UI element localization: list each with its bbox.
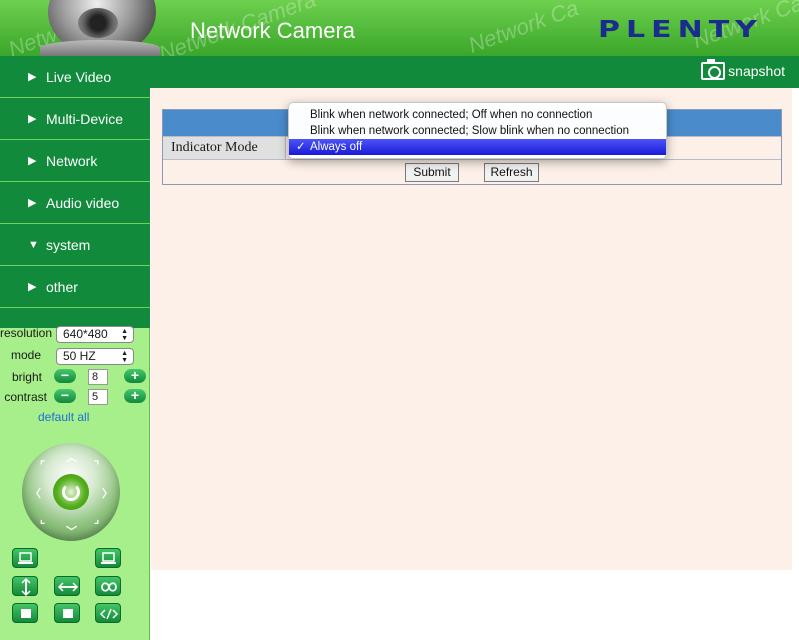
resolution-value: 640*480	[63, 327, 108, 341]
indicator-mode-dropdown: Blink when network connected; Off when n…	[288, 102, 667, 159]
main-content: Indicator Mode Submit Refresh	[151, 88, 792, 570]
stop-square-icon	[63, 609, 73, 618]
screen-icon	[101, 552, 116, 564]
bright-decrease-button[interactable]: −	[54, 368, 76, 383]
right-margin	[792, 88, 799, 640]
sidebar-item-live-video[interactable]: ▶ Live Video	[0, 56, 150, 98]
triangle-down-icon: ▼	[28, 238, 39, 251]
vertical-arrows-icon	[21, 577, 31, 597]
sidebar-menu: ▶ Live Video ▶ Multi-Device ▶ Network ▶ …	[0, 56, 150, 328]
option-label: Blink when network connected; Slow blink…	[310, 125, 629, 137]
watermark-text: Network Ca	[465, 0, 582, 56]
camera-base-icon	[40, 40, 160, 56]
dropdown-option[interactable]: Blink when network connected; Slow blink…	[289, 123, 666, 139]
triangle-right-icon: ▶	[28, 155, 37, 167]
ptz-right-icon[interactable]: 〉	[102, 485, 113, 501]
loop-cruise-button[interactable]	[95, 576, 121, 596]
default-all-link[interactable]: default all	[38, 410, 89, 424]
infinity-icon	[101, 582, 117, 592]
menu-footer	[0, 308, 150, 328]
ptz-control-pad: ︿ ﹀ 〈 〉 ⌜ ⌝ ⌞ ⌟	[22, 443, 120, 541]
horizontal-arrows-icon	[57, 582, 79, 592]
mode-label: mode	[10, 348, 41, 362]
ptz-up-left-icon[interactable]: ⌜	[40, 459, 45, 472]
sidebar-item-label: Audio video	[46, 194, 120, 211]
brand-logo: PLENTY	[598, 16, 763, 44]
ptz-center-button[interactable]	[53, 474, 89, 510]
resolution-select[interactable]: 640*480 ▲ ▼	[56, 326, 134, 343]
sidebar-item-system[interactable]: ▼ system	[0, 224, 150, 266]
sidebar-item-label: system	[46, 236, 91, 253]
ptz-down-left-icon[interactable]: ⌞	[40, 513, 45, 526]
option-label: Blink when network connected; Off when n…	[310, 109, 593, 121]
ptz-left-icon[interactable]: 〈	[30, 485, 41, 501]
option-label: Always off	[310, 141, 363, 153]
button-row: Submit Refresh	[163, 159, 781, 184]
contrast-row: contrast − 5 +	[0, 388, 150, 407]
vertical-cruise-button[interactable]	[12, 576, 38, 597]
bright-value[interactable]: 8	[88, 369, 108, 385]
sidebar-item-audio-video[interactable]: ▶ Audio video	[0, 182, 150, 224]
dropdown-option[interactable]: Blink when network connected; Off when n…	[289, 107, 666, 123]
ptz-down-icon[interactable]: ﹀	[66, 523, 77, 539]
indicator-mode-label: Indicator Mode	[163, 137, 286, 159]
submit-button[interactable]: Submit	[405, 163, 459, 182]
sidebar: ▶ Live Video ▶ Multi-Device ▶ Network ▶ …	[0, 56, 150, 640]
bright-label: bright	[11, 370, 42, 384]
camera-icon	[701, 59, 726, 80]
camera-lens-icon	[78, 8, 118, 38]
contrast-label: contrast	[4, 390, 47, 404]
ptz-up-icon[interactable]: ︿	[66, 449, 77, 465]
sidebar-item-label: Network	[46, 152, 98, 169]
updown-caret-icon: ▲ ▼	[121, 328, 128, 342]
sidebar-item-label: Live Video	[46, 68, 112, 85]
ptz-down-right-icon[interactable]: ⌟	[94, 513, 99, 526]
stop-button[interactable]	[12, 603, 38, 623]
triangle-right-icon: ▶	[28, 71, 37, 83]
updown-caret-icon: ▲ ▼	[121, 350, 128, 364]
contrast-increase-button[interactable]: +	[124, 388, 146, 403]
bright-row: bright − 8 +	[0, 368, 150, 387]
header-banner: Network Ca Network Camera Network Ca Net…	[0, 0, 799, 56]
checkmark-icon: ✓	[296, 141, 306, 153]
triangle-right-icon: ▶	[28, 113, 37, 125]
preset-right-button[interactable]	[95, 548, 121, 568]
refresh-button[interactable]: Refresh	[484, 163, 539, 182]
app-title: Network Camera	[190, 18, 356, 43]
code-icon	[99, 608, 119, 620]
screen-icon	[18, 552, 33, 564]
sidebar-item-label: Multi-Device	[46, 110, 124, 127]
mode-select[interactable]: 50 HZ ▲ ▼	[56, 348, 134, 365]
contrast-value[interactable]: 5	[88, 389, 108, 405]
resolution-label: resolution	[0, 326, 53, 340]
mode-value: 50 HZ	[63, 349, 96, 363]
rotate-icon	[62, 483, 80, 501]
contrast-decrease-button[interactable]: −	[54, 388, 76, 403]
triangle-right-icon: ▶	[28, 281, 37, 293]
triangle-right-icon: ▶	[28, 197, 37, 209]
preset-left-button[interactable]	[12, 548, 38, 568]
sidebar-item-network[interactable]: ▶ Network	[0, 140, 150, 182]
stop-square-icon	[21, 609, 31, 618]
bright-increase-button[interactable]: +	[124, 368, 146, 383]
dropdown-option-selected[interactable]: ✓ Always off	[289, 139, 666, 155]
resolution-row: resolution 640*480 ▲ ▼	[0, 326, 150, 344]
ptz-up-right-icon[interactable]: ⌝	[94, 459, 99, 472]
horizontal-cruise-button[interactable]	[54, 576, 80, 596]
snapshot-button[interactable]: snapshot	[701, 59, 785, 80]
sidebar-item-other[interactable]: ▶ other	[0, 266, 150, 308]
content-footer	[151, 570, 792, 640]
sidebar-item-label: other	[46, 278, 78, 295]
sidebar-item-multi-device[interactable]: ▶ Multi-Device	[0, 98, 150, 140]
snapshot-label: snapshot	[728, 63, 785, 79]
mode-row: mode 50 HZ ▲ ▼	[0, 348, 150, 366]
stop-cruise-button[interactable]	[54, 603, 80, 623]
code-button[interactable]	[95, 603, 121, 623]
